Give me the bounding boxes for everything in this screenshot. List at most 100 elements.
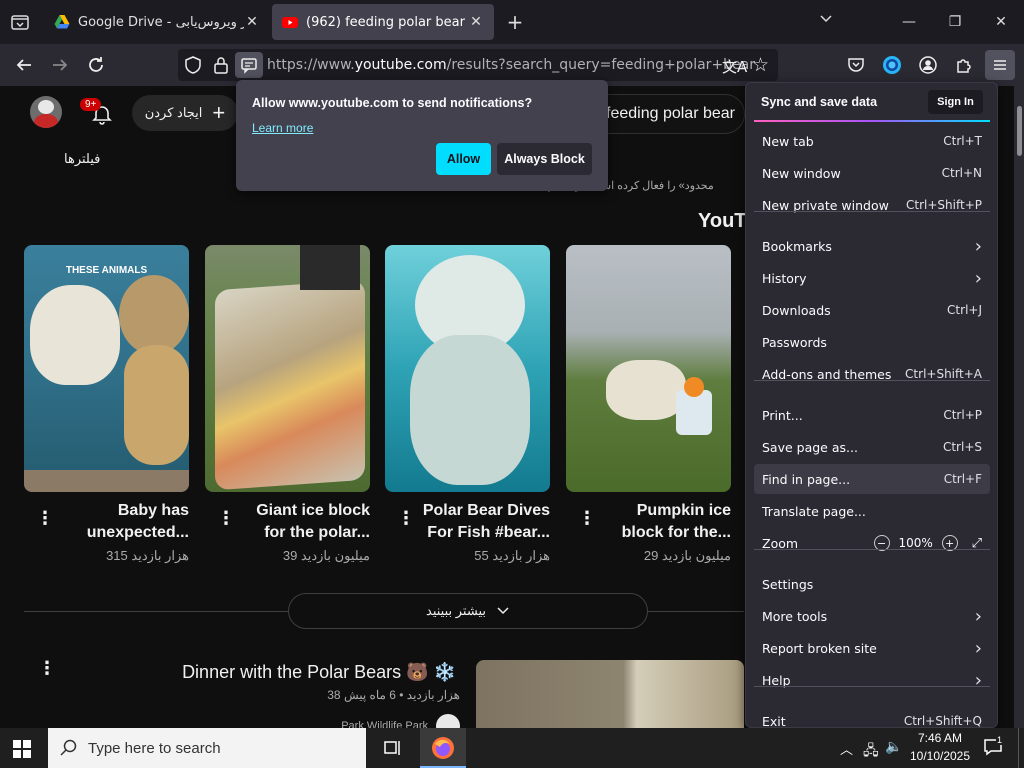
tracking-protection-icon[interactable] (184, 56, 202, 78)
back-button[interactable] (11, 52, 37, 78)
clock-time[interactable]: 7:46 AM (910, 731, 970, 745)
zoom-level[interactable]: 100% (898, 536, 934, 550)
chevron-down-icon (820, 15, 832, 23)
show-desktop-button[interactable] (1018, 728, 1024, 768)
notification-count-badge: 9+ (80, 98, 102, 111)
video-thumbnail[interactable] (566, 245, 731, 492)
action-center-button[interactable]: 1 (983, 735, 1005, 758)
more-options-icon[interactable]: ⋮ (36, 508, 54, 529)
menu-item-new-private-window[interactable]: New private window Ctrl+Shift+P (754, 190, 990, 220)
menu-item-new-tab[interactable]: New tab Ctrl+T (754, 126, 990, 156)
create-label: ایجاد کردن (144, 105, 203, 120)
channel-name[interactable]: Park Wildlife Park (310, 720, 428, 728)
menu-separator (754, 380, 990, 381)
restore-button[interactable]: ❐ (943, 10, 967, 34)
extension-button[interactable] (879, 52, 905, 78)
menu-item-translate-page[interactable]: Translate page... (754, 496, 990, 526)
page-scrollbar[interactable] (1014, 86, 1024, 728)
close-tab-icon[interactable]: ✕ (244, 14, 260, 30)
app-menu-button[interactable] (985, 50, 1015, 80)
menu-item-downloads[interactable]: Downloads Ctrl+J (754, 295, 990, 325)
menu-item-bookmarks[interactable]: Bookmarks › (754, 231, 990, 261)
allow-button[interactable]: Allow (436, 143, 491, 175)
windows-taskbar: Type here to search ︿ 🖧 🔈 7:46 AM 10/10/… (0, 728, 1024, 768)
app-menu-panel: Sync and save data Sign In New tab Ctrl+T… (745, 82, 998, 729)
tab-youtube[interactable]: (962) feeding polar bear - YouTube ✕ (272, 4, 494, 40)
menu-separator (754, 211, 990, 212)
menu-item-label: More tools (762, 608, 828, 624)
menu-item-settings[interactable]: Settings (754, 569, 990, 599)
more-options-icon[interactable]: ⋮ (217, 508, 235, 529)
menu-item-report-broken-site[interactable]: Report broken site › (754, 633, 990, 663)
video-thumbnail[interactable] (205, 245, 370, 492)
task-view-button[interactable] (382, 738, 402, 762)
taskbar-search-box[interactable]: Type here to search (48, 728, 366, 768)
forward-button[interactable] (47, 52, 73, 78)
translate-icon[interactable]: 文A (722, 56, 747, 77)
menu-item-shortcut: Ctrl+Shift+Q (903, 714, 982, 728)
more-options-icon[interactable]: ⋮ (578, 508, 596, 529)
sign-in-button[interactable]: Sign In (928, 90, 983, 114)
learn-more-link[interactable]: Learn more (252, 121, 313, 135)
new-tab-button[interactable]: + (503, 10, 527, 34)
create-button[interactable]: ایجاد کردن + (132, 95, 238, 131)
menu-item-more-tools[interactable]: More tools › (754, 601, 990, 631)
avatar[interactable] (30, 96, 62, 128)
video-thumbnail[interactable] (476, 660, 744, 728)
close-tab-icon[interactable]: ✕ (468, 14, 484, 30)
tab-google-drive[interactable]: Google Drive - هشدار ویروس‌یابی ✕ (44, 4, 270, 40)
minimize-button[interactable]: — (897, 10, 921, 34)
start-button[interactable] (13, 740, 31, 762)
popup-question: Allow www.youtube.com to send notificati… (252, 96, 533, 110)
more-options-icon[interactable]: ⋮ (397, 508, 415, 529)
bookmark-star-icon[interactable]: ☆ (752, 54, 769, 76)
network-icon[interactable]: 🖧 (863, 740, 879, 764)
account-button[interactable] (915, 52, 941, 78)
video-thumbnail[interactable]: THESE ANIMALS (24, 245, 189, 492)
menu-item-passwords[interactable]: Passwords (754, 327, 990, 357)
always-block-button[interactable]: Always Block (497, 143, 592, 175)
video-views: 38 هزار بازدید • 6 ماه پیش (327, 688, 460, 702)
list-all-tabs-button[interactable] (814, 10, 838, 34)
search-box[interactable]: feeding polar bear (585, 94, 745, 134)
filters-button[interactable]: فیلترها (64, 151, 100, 167)
tab-list-button[interactable] (8, 10, 32, 34)
channel-avatar[interactable] (436, 714, 460, 728)
video-views: 55 هزار بازدید (474, 548, 550, 563)
menu-item-shortcut: Ctrl+P (943, 408, 982, 422)
menu-item-label: Print... (762, 407, 803, 423)
search-input[interactable]: feeding polar bear (606, 105, 735, 123)
firefox-taskbar-button[interactable] (420, 728, 466, 768)
url-bar[interactable]: https://www.youtube.com/results?search_q… (178, 49, 778, 81)
menu-item-zoom[interactable]: Zoom −100% + ⤢ (754, 528, 990, 558)
menu-item-label: Exit (762, 713, 786, 729)
close-window-button[interactable]: ✕ (989, 10, 1013, 34)
menu-item-history[interactable]: History › (754, 263, 990, 293)
pocket-button[interactable] (843, 52, 869, 78)
reload-button[interactable] (83, 52, 109, 78)
menu-item-label: Translate page... (762, 503, 866, 519)
show-more-button[interactable]: بیشتر ببینید (288, 593, 648, 629)
menu-item-label: Passwords (762, 334, 827, 350)
clock-date[interactable]: 10/10/2025 (906, 749, 974, 763)
menu-item-save-page-as[interactable]: Save page as... Ctrl+S (754, 432, 990, 462)
lock-icon[interactable] (212, 56, 230, 78)
show-hidden-icons[interactable]: ︿ (840, 739, 853, 758)
menu-item-new-window[interactable]: New window Ctrl+N (754, 158, 990, 188)
menu-item-shortcut: Ctrl+F (943, 472, 982, 486)
volume-muted-icon[interactable]: 🔈 (885, 739, 902, 755)
url-text: https://www.youtube.com/results?search_q… (267, 57, 756, 73)
show-more-label: بیشتر ببینید (426, 603, 486, 618)
menu-item-shortcut: Ctrl+N (941, 166, 982, 180)
notifications-button[interactable]: 9+ (80, 96, 116, 126)
video-thumbnail[interactable] (385, 245, 550, 492)
youtube-icon (282, 17, 298, 28)
menu-item-add-ons-and-themes[interactable]: Add-ons and themes Ctrl+Shift+A (754, 359, 990, 389)
more-options-icon[interactable]: ⋮ (38, 658, 56, 679)
menu-item-help[interactable]: Help › (754, 665, 990, 695)
video-title[interactable]: Dinner with the Polar Bears 🐻 ❄️ (150, 662, 456, 683)
menu-item-find-in-page[interactable]: Find in page... Ctrl+F (754, 464, 990, 494)
notification-permission-icon[interactable] (235, 52, 263, 78)
extensions-button[interactable] (951, 52, 977, 78)
menu-item-print[interactable]: Print... Ctrl+P (754, 400, 990, 430)
